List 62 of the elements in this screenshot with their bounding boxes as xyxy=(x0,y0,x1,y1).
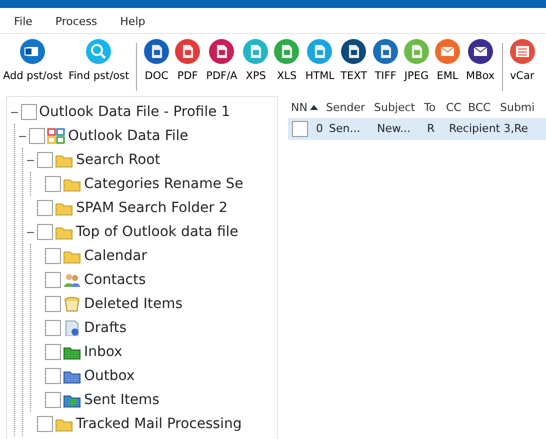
tree-item[interactable]: Drafts xyxy=(84,318,127,338)
trash-icon xyxy=(63,296,81,312)
tree-item[interactable]: Outlook Data File - Profile 1 xyxy=(39,102,230,122)
checkbox[interactable] xyxy=(45,272,61,288)
checkbox[interactable] xyxy=(45,368,61,384)
tree-item[interactable]: Sent Items xyxy=(84,390,160,410)
column-header[interactable]: To xyxy=(421,100,443,116)
column-header[interactable]: Sender xyxy=(323,100,371,116)
checkbox[interactable] xyxy=(37,200,53,216)
toolbar-button[interactable]: JPEG xyxy=(401,39,432,85)
menu-item[interactable]: File xyxy=(12,14,34,33)
tree-item[interactable]: Search Root xyxy=(76,150,160,170)
tree-item[interactable]: Contacts xyxy=(84,270,146,290)
menu-item[interactable]: Process xyxy=(53,14,100,33)
checkbox[interactable] xyxy=(45,392,61,408)
tree-item[interactable]: Inbox xyxy=(84,342,122,362)
search-button[interactable]: Find pst/ost xyxy=(65,39,132,85)
tree-item[interactable]: Outlook Data File xyxy=(68,126,188,146)
toolbar-button[interactable]: HTML xyxy=(302,39,338,85)
table-cell-text: New... xyxy=(376,120,412,137)
column-header[interactable]: CC xyxy=(443,100,465,116)
menu-item[interactable]: Help xyxy=(118,14,148,33)
checkbox[interactable] xyxy=(21,104,37,120)
column-header[interactable]: BCC xyxy=(465,100,497,116)
checkbox[interactable] xyxy=(37,416,53,432)
toolbar-button[interactable]: PDF/A xyxy=(203,39,240,85)
toolbar-button[interactable]: PDF xyxy=(172,39,204,85)
checkbox[interactable] xyxy=(292,121,308,137)
toolbar-button[interactable]: Add pst/ost xyxy=(0,39,66,85)
checkbox[interactable] xyxy=(37,224,53,240)
column-header[interactable]: NN xyxy=(288,100,323,116)
checkbox[interactable] xyxy=(45,296,61,312)
tree-item[interactable]: Tracked Mail Processing xyxy=(76,414,242,434)
checkbox[interactable] xyxy=(45,320,61,336)
column-header[interactable]: Subject xyxy=(371,100,421,116)
checkbox[interactable] xyxy=(45,344,61,360)
tree-item[interactable]: Calendar xyxy=(84,246,147,266)
checkbox[interactable] xyxy=(37,152,53,168)
contacts-icon xyxy=(63,272,81,288)
toolbar-button[interactable]: DOC xyxy=(141,39,172,85)
tree-item[interactable]: Outbox xyxy=(84,366,135,386)
table-cell-text: Sen... xyxy=(328,120,362,137)
toolbar-button[interactable]: EML xyxy=(432,39,464,85)
draft-icon xyxy=(63,320,81,336)
toolbar-button[interactable]: MBox xyxy=(463,39,498,85)
table-cell-text: 0 xyxy=(315,120,324,137)
data-file-icon xyxy=(47,128,65,144)
tree-item[interactable]: SPAM Search Folder 2 xyxy=(76,198,228,218)
toolbar-button[interactable]: TIFF xyxy=(370,39,402,85)
tree-item[interactable]: Categories Rename Se xyxy=(84,174,244,194)
toolbar-button[interactable]: XPS xyxy=(240,39,272,85)
tree-item[interactable]: Top of Outlook data file xyxy=(76,222,238,242)
toolbar-button[interactable]: vCar xyxy=(506,39,538,85)
table-cell-text: R xyxy=(426,120,436,137)
table-cell-text: Recipient 3,Re xyxy=(448,120,528,137)
toolbar-button[interactable]: XLS xyxy=(271,39,302,85)
tree-item[interactable]: Deleted Items xyxy=(84,294,182,314)
table-row[interactable]: 0 Sen... New... R Recipient 3,Re xyxy=(288,118,546,140)
checkbox[interactable] xyxy=(45,248,61,264)
toolbar-button[interactable]: TEXT xyxy=(338,39,370,85)
checkbox[interactable] xyxy=(45,176,61,192)
checkbox[interactable] xyxy=(29,128,45,144)
